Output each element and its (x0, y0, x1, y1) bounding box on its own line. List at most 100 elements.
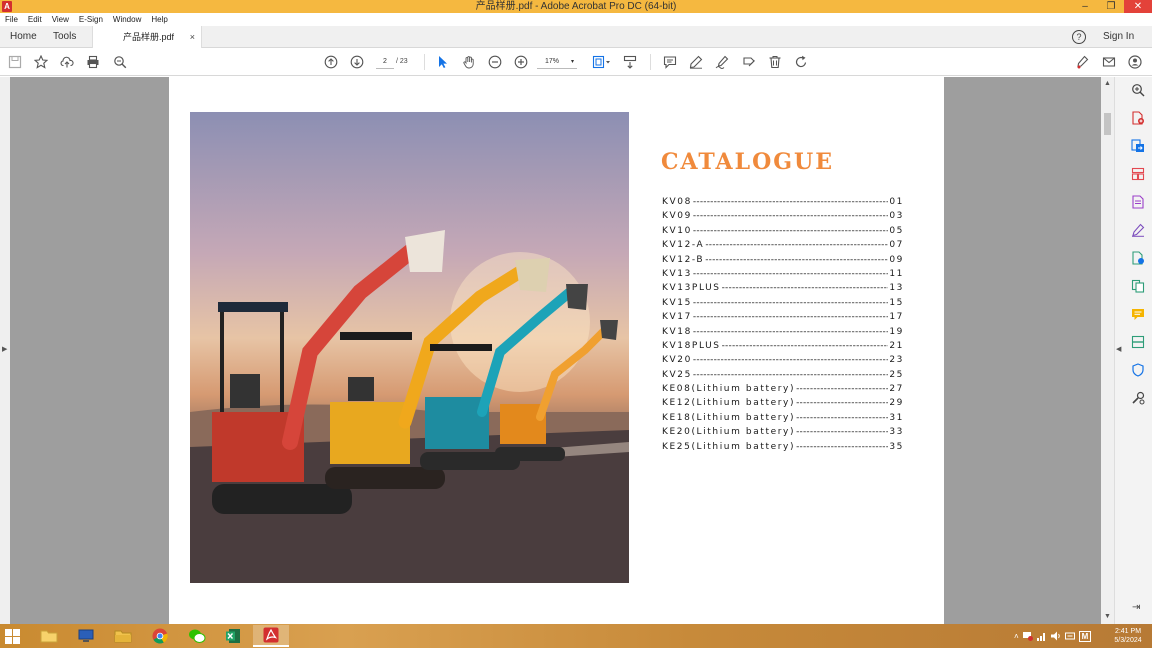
toc-row[interactable]: KE20(Lithium battery) 33 (662, 427, 904, 441)
select-cursor-icon[interactable] (435, 54, 451, 70)
hand-tool-icon[interactable] (461, 54, 477, 70)
page-number-input[interactable] (376, 55, 394, 69)
help-icon[interactable]: ? (1072, 30, 1086, 44)
taskbar-chrome-app[interactable] (142, 625, 178, 647)
taskbar-folder-app[interactable] (31, 625, 67, 647)
edit-pdf-icon[interactable] (1130, 194, 1146, 210)
taskbar-wechat-app[interactable] (179, 625, 215, 647)
save-icon[interactable] (7, 54, 23, 70)
toc-row[interactable]: KV13PLUS 13 (662, 283, 904, 297)
computer-icon (78, 629, 94, 642)
collapse-tools-pane-icon[interactable]: ◀ (1116, 345, 1121, 353)
rotate-icon[interactable] (793, 54, 809, 70)
edit-sign-icon[interactable] (1074, 54, 1090, 70)
chevron-down-icon: ▾ (570, 59, 574, 65)
toc-row[interactable]: KV18 19 (662, 327, 904, 341)
ime-indicator[interactable]: M (1078, 630, 1092, 642)
export-pdf-icon[interactable] (1130, 138, 1146, 154)
toc-row[interactable]: KV15 15 (662, 298, 904, 312)
fill-and-sign-icon[interactable] (1130, 222, 1146, 238)
maximize-button[interactable]: ❐ (1098, 0, 1124, 13)
menu-file[interactable]: File (0, 13, 23, 26)
zoom-search-icon[interactable] (1130, 82, 1146, 98)
scan-ocr-icon[interactable] (1130, 334, 1146, 350)
toc-leader (722, 341, 889, 351)
draw-signature-icon[interactable] (714, 54, 730, 70)
menu-window[interactable]: Window (108, 13, 146, 26)
menu-view[interactable]: View (47, 13, 74, 26)
scroll-down-icon[interactable]: ▼ (1104, 613, 1111, 620)
close-button[interactable]: ✕ (1124, 0, 1152, 13)
taskbar-acrobat-app[interactable] (253, 625, 289, 647)
zoom-level-select[interactable]: 17% ▾ (537, 55, 577, 69)
tray-overflow-icon[interactable]: ˄ (1014, 632, 1019, 641)
request-signatures-icon[interactable] (1130, 250, 1146, 266)
sign-in-button[interactable]: Sign In (1103, 26, 1134, 48)
scroll-mode-icon[interactable] (622, 54, 638, 70)
taskbar-computer-app[interactable] (68, 625, 104, 647)
signal-icon[interactable] (1036, 631, 1047, 641)
toc-row[interactable]: KE08(Lithium battery) 27 (662, 384, 904, 398)
menu-edit[interactable]: Edit (23, 13, 47, 26)
toc-row[interactable]: KV10 05 (662, 226, 904, 240)
comment-icon[interactable] (662, 54, 678, 70)
highlight-pen-icon[interactable] (688, 54, 704, 70)
taskbar-clock[interactable]: 2:41 PM 5/3/2024 (1108, 627, 1148, 645)
toc-row[interactable]: KV12-A 07 (662, 240, 904, 254)
bookmark-star-icon[interactable] (33, 54, 49, 70)
network-warning-icon[interactable] (1022, 631, 1033, 641)
toc-row[interactable]: KV08 01 (662, 197, 904, 211)
cloud-upload-icon[interactable] (59, 54, 75, 70)
fill-sign-icon[interactable] (741, 54, 757, 70)
menu-esign[interactable]: E-Sign (74, 13, 108, 26)
window-controls: – ❐ ✕ (1072, 0, 1152, 13)
search-icon[interactable] (112, 54, 128, 70)
toc-row[interactable]: KV25 25 (662, 370, 904, 384)
expand-left-pane-icon[interactable]: ▶ (2, 345, 7, 353)
toc-row[interactable]: KV13 11 (662, 269, 904, 283)
vertical-scrollbar[interactable]: ▲ ▼ (1101, 77, 1114, 624)
page-fit-icon[interactable] (591, 54, 613, 70)
input-method-icon[interactable] (1064, 631, 1075, 641)
menu-help[interactable]: Help (146, 13, 172, 26)
mail-icon[interactable] (1101, 54, 1117, 70)
toc-leader (796, 427, 888, 437)
tab-document[interactable]: 产品样册.pdf × (92, 26, 202, 48)
zoom-in-icon[interactable] (513, 54, 529, 70)
next-page-icon[interactable] (349, 54, 365, 70)
toc-row[interactable]: KV09 03 (662, 211, 904, 225)
previous-page-icon[interactable] (323, 54, 339, 70)
combine-files-icon[interactable] (1130, 278, 1146, 294)
trash-icon[interactable] (767, 54, 783, 70)
toc-leader (693, 327, 888, 337)
tab-tools[interactable]: Tools (53, 26, 76, 48)
toc-row[interactable]: KV17 17 (662, 312, 904, 326)
toc-row[interactable]: KE12(Lithium battery) 29 (662, 398, 904, 412)
taskbar-file-explorer-app[interactable] (105, 625, 141, 647)
organize-pages-icon[interactable] (1130, 166, 1146, 182)
collapse-right-pane-button[interactable]: ⇥ (1132, 602, 1140, 613)
close-tab-icon[interactable]: × (190, 26, 195, 48)
more-tools-icon[interactable] (1130, 390, 1146, 406)
scrollbar-thumb[interactable] (1104, 113, 1111, 135)
share-user-icon[interactable] (1127, 54, 1143, 70)
volume-icon[interactable] (1050, 631, 1061, 641)
excavator-illustration (190, 230, 629, 583)
toc-row[interactable]: KV20 23 (662, 355, 904, 369)
zoom-out-icon[interactable] (487, 54, 503, 70)
protect-shield-icon[interactable] (1130, 362, 1146, 378)
taskbar-excel-app[interactable] (215, 625, 251, 647)
minimize-button[interactable]: – (1072, 0, 1098, 13)
toc-page-number: 01 (889, 197, 904, 207)
print-icon[interactable] (85, 54, 101, 70)
toc-row[interactable]: KV12-B 09 (662, 255, 904, 269)
toc-row[interactable]: KE18(Lithium battery) 31 (662, 413, 904, 427)
windows-start-icon[interactable] (5, 629, 20, 644)
toc-row[interactable]: KE25(Lithium battery) 35 (662, 442, 904, 456)
scroll-up-icon[interactable]: ▲ (1104, 80, 1111, 87)
comment-tool-icon[interactable] (1130, 306, 1146, 322)
toc-row[interactable]: KV18PLUS 21 (662, 341, 904, 355)
left-pane-toggle[interactable]: ▶ (0, 77, 10, 624)
tab-home[interactable]: Home (10, 26, 37, 48)
create-pdf-icon[interactable] (1130, 110, 1146, 126)
